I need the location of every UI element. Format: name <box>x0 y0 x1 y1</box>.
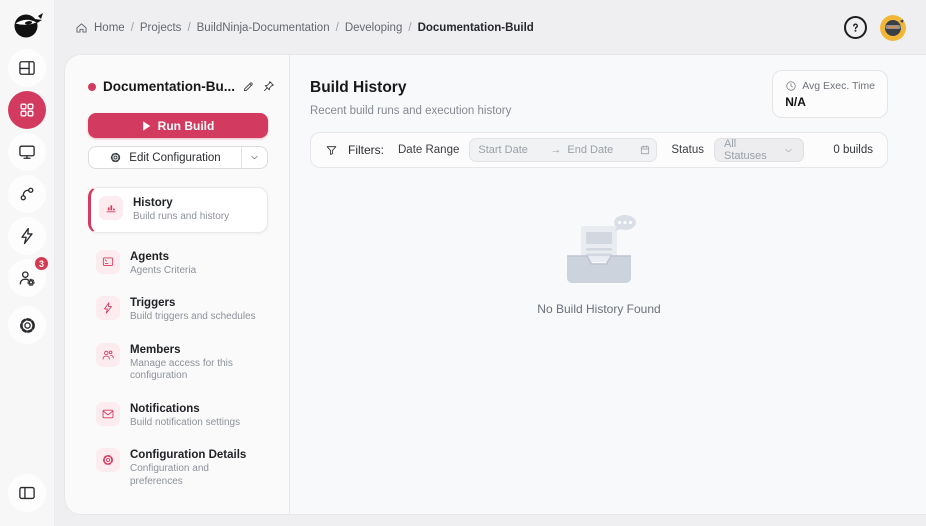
filters-bar: Filters: Date Range → Status All Statuse… <box>310 132 888 168</box>
filter-funnel-icon <box>326 145 337 155</box>
menu-item-label: Configuration Details <box>130 449 247 461</box>
breadcrumb-home[interactable]: Home <box>94 22 125 34</box>
edit-configuration-main[interactable]: Edit Configuration <box>89 147 241 168</box>
breadcrumb-current: Documentation-Build <box>417 21 534 34</box>
edit-configuration-dropdown[interactable] <box>241 147 267 168</box>
apps-grid-icon[interactable] <box>8 91 46 129</box>
envelope-icon <box>96 401 120 426</box>
config-title-row: Documentation-Bu... <box>88 79 274 94</box>
user-avatar[interactable] <box>880 14 906 41</box>
status-selected-value: All Statuses <box>723 138 767 162</box>
icon-rail: 3 <box>0 0 55 526</box>
breadcrumb-project[interactable]: BuildNinja-Documentation <box>197 22 330 34</box>
bolt-icon <box>96 296 120 320</box>
edit-configuration-button[interactable]: Edit Configuration <box>88 146 268 169</box>
main-card: Documentation-Bu... Run Build Edit Confi… <box>65 55 926 514</box>
breadcrumb-separator: / <box>187 21 191 34</box>
build-history-content: Build History Recent build runs and exec… <box>290 55 926 514</box>
filters-label: Filters: <box>348 143 384 157</box>
start-date-input[interactable] <box>478 144 545 156</box>
rail-nav: 3 <box>8 49 49 344</box>
calendar-icon <box>641 145 650 155</box>
build-count: 0 builds <box>833 144 873 156</box>
run-build-button[interactable]: Run Build <box>88 113 268 138</box>
menu-item-configuration-details[interactable]: Configuration Details Configuration and … <box>88 440 268 496</box>
notification-count-badge: 3 <box>34 256 49 271</box>
page-subtitle: Recent build runs and execution history <box>310 105 512 117</box>
run-build-label: Run Build <box>157 118 215 133</box>
menu-item-desc: Build runs and history <box>133 211 230 222</box>
typing-bubble-icon <box>614 215 636 231</box>
breadcrumb-separator: / <box>408 21 412 34</box>
page-title: Build History <box>310 79 407 96</box>
status-label: Status <box>671 144 704 156</box>
gear-icon <box>96 448 120 472</box>
home-icon <box>75 21 88 34</box>
avg-exec-time-value: N/A <box>785 95 806 109</box>
breadcrumb-folder[interactable]: Developing <box>345 22 403 34</box>
menu-item-notifications[interactable]: Notifications Build notification setting… <box>88 394 268 438</box>
breadcrumb: Home / Projects / BuildNinja-Documentati… <box>75 21 534 34</box>
date-range-picker[interactable]: → <box>469 138 658 162</box>
range-arrow: → <box>550 144 562 156</box>
chevron-down-icon <box>251 155 258 160</box>
clock-icon <box>786 81 796 91</box>
menu-item-agents[interactable]: Agents Agents Criteria <box>88 242 268 286</box>
top-actions <box>844 14 906 41</box>
app-root: 3 Home / Projects / BuildNinja-Documenta… <box>0 0 926 526</box>
avg-exec-time-label: Avg Exec. Time <box>802 80 875 92</box>
bolt-icon[interactable] <box>8 217 46 255</box>
monitor-icon[interactable] <box>8 133 46 171</box>
top-bar: Home / Projects / BuildNinja-Documentati… <box>55 0 926 55</box>
status-select[interactable]: All Statuses <box>713 138 804 162</box>
menu-item-desc: Build notification settings <box>130 416 241 428</box>
panel-toggle-icon[interactable] <box>8 474 46 512</box>
menu-item-desc: Agents Criteria <box>130 264 197 276</box>
menu-item-desc: Configuration and preferences <box>130 463 209 487</box>
git-branch-icon[interactable] <box>8 175 46 213</box>
config-menu: History Build runs and history Agents Ag… <box>88 187 268 499</box>
breadcrumb-separator: / <box>130 21 134 34</box>
menu-item-label: History <box>133 197 173 209</box>
settings-gear-icon[interactable] <box>8 306 46 344</box>
gear-icon <box>111 152 121 163</box>
breadcrumb-projects[interactable]: Projects <box>140 22 182 34</box>
menu-item-members[interactable]: Members Manage access for this configura… <box>88 335 268 391</box>
menu-item-label: Members <box>130 343 181 356</box>
end-date-input[interactable] <box>567 144 634 156</box>
chevron-down-icon <box>785 148 792 152</box>
layout-icon[interactable] <box>8 49 46 87</box>
help-icon[interactable] <box>844 16 867 39</box>
config-title: Documentation-Bu... <box>103 79 235 94</box>
avg-exec-time-card: Avg Exec. Time N/A <box>772 70 888 118</box>
menu-item-history[interactable]: History Build runs and history <box>88 187 268 233</box>
empty-state-message: No Build History Found <box>537 302 661 316</box>
config-panel: Documentation-Bu... Run Build Edit Confi… <box>65 55 290 514</box>
user-gear-icon[interactable]: 3 <box>8 256 49 297</box>
edit-configuration-label: Edit Configuration <box>129 151 221 164</box>
empty-inbox-illustration <box>567 215 636 283</box>
menu-item-desc: Manage access for this configuration <box>130 357 233 382</box>
pin-icon[interactable] <box>262 80 275 93</box>
menu-item-desc: Build triggers and schedules <box>130 311 256 322</box>
brand-ninja-logo <box>9 7 45 43</box>
menu-item-label: Notifications <box>130 402 200 415</box>
date-range-label: Date Range <box>398 144 460 156</box>
play-icon <box>142 120 150 131</box>
menu-item-label: Triggers <box>130 297 176 309</box>
menu-item-label: Agents <box>130 250 169 263</box>
edit-pencil-icon[interactable] <box>242 80 255 93</box>
agent-screen-icon <box>96 249 120 274</box>
breadcrumb-separator: / <box>335 21 339 34</box>
empty-state: No Build History Found <box>310 214 888 316</box>
people-icon <box>96 342 120 367</box>
chart-icon <box>99 196 123 220</box>
status-dot <box>88 82 96 91</box>
menu-item-triggers[interactable]: Triggers Build triggers and schedules <box>88 288 268 332</box>
